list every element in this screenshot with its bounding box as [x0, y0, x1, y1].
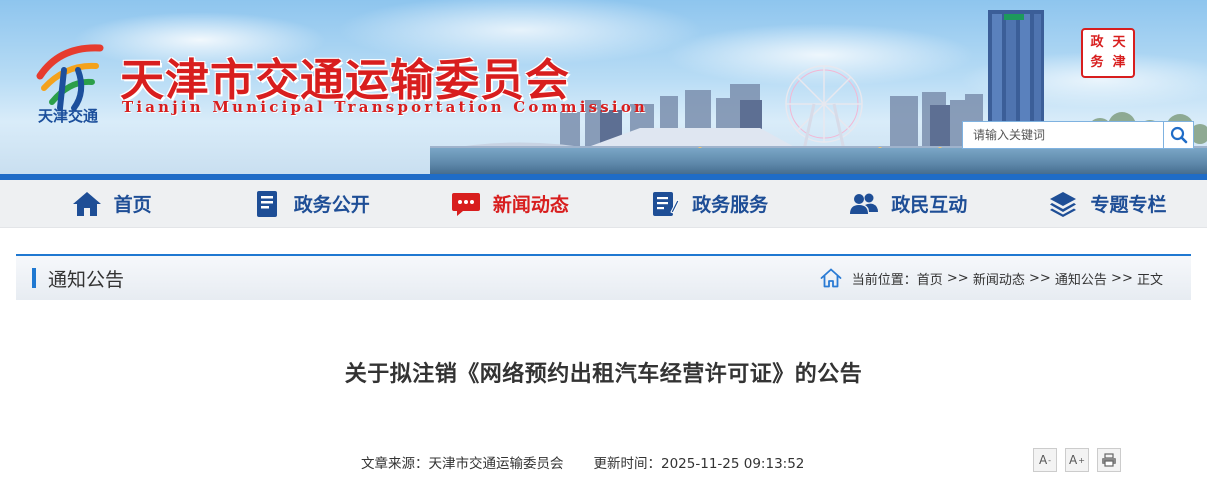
section-title-text: 通知公告: [48, 268, 125, 291]
font-decrease-sup: -: [1048, 455, 1052, 465]
breadcrumb-home[interactable]: 首页: [917, 269, 943, 288]
river-reflection: [430, 148, 1207, 174]
seal-char: 务: [1090, 55, 1104, 70]
printer-icon: [1102, 453, 1116, 467]
breadcrumb-separator: >>: [1024, 270, 1055, 286]
edit-form-icon: [650, 190, 680, 218]
article-source: 天津市交通运输委员会: [428, 456, 564, 472]
site-subtitle: Tianjin Municipal Transportation Commiss…: [122, 98, 649, 116]
search-icon: [1170, 126, 1187, 144]
nav-label: 政务服务: [692, 194, 769, 216]
nav-item-interaction[interactable]: 政民互动: [809, 180, 1008, 227]
search-input[interactable]: [963, 122, 1163, 148]
content-area: 通知公告 当前位置： 首页 >> 新闻动态 >> 通知公告 >> 正文 关于拟注…: [16, 254, 1191, 476]
article-meta: 文章来源：天津市交通运输委员会 更新时间：2025-11-25 09:13:52 …: [16, 448, 1191, 476]
time-label: 更新时间：: [593, 456, 662, 472]
section-header: 通知公告 当前位置： 首页 >> 新闻动态 >> 通知公告 >> 正文: [16, 256, 1191, 300]
main-nav: 首页 政务公开 新闻动态 政务服务 政民互动 专题专栏: [0, 180, 1207, 228]
section-title-bar: [32, 268, 36, 288]
print-button[interactable]: [1097, 448, 1121, 472]
seal-char: 津: [1112, 55, 1126, 70]
logo-text: 天津交通: [37, 107, 98, 125]
nav-label: 首页: [113, 194, 152, 216]
article-title: 关于拟注销《网络预约出租汽车经营许可证》的公告: [344, 362, 863, 387]
home-outline-icon: [820, 268, 842, 288]
nav-item-home[interactable]: 首页: [12, 180, 211, 227]
font-increase-button[interactable]: A +: [1065, 448, 1089, 472]
breadcrumb-label: 当前位置：: [851, 272, 917, 288]
font-increase-label: A: [1069, 453, 1078, 467]
font-increase-sup: +: [1078, 455, 1085, 465]
seal-char: 政: [1090, 35, 1104, 50]
breadcrumb-notices[interactable]: 通知公告: [1055, 269, 1107, 288]
search-box: [962, 121, 1194, 149]
nav-item-news[interactable]: 新闻动态: [410, 180, 609, 227]
section-title: 通知公告: [32, 265, 124, 292]
home-icon: [72, 190, 102, 218]
document-icon: [252, 190, 282, 218]
breadcrumb-current: 正文: [1136, 272, 1163, 288]
nav-item-topics[interactable]: 专题专栏: [1008, 180, 1207, 227]
nav-label: 专题专栏: [1090, 194, 1167, 216]
breadcrumb-separator: >>: [942, 270, 973, 286]
chat-icon: [451, 190, 481, 218]
header-banner: 天津交通 天津市交通运输委员会 Tianjin Municipal Transp…: [0, 0, 1207, 174]
source-label: 文章来源：: [361, 456, 429, 472]
government-site-seal-icon[interactable]: 政 天 务 津: [1081, 28, 1135, 78]
search-button[interactable]: [1163, 122, 1193, 148]
font-decrease-button[interactable]: A-: [1033, 448, 1057, 472]
nav-item-services[interactable]: 政务服务: [610, 180, 809, 227]
font-decrease-label: A: [1038, 453, 1048, 467]
nav-item-government-affairs[interactable]: 政务公开: [211, 180, 410, 227]
article-tools: A- A +: [1033, 448, 1121, 472]
users-icon: [849, 190, 879, 218]
nav-label: 政务公开: [293, 194, 370, 216]
nav-label: 政民互动: [891, 194, 968, 216]
layers-icon: [1048, 190, 1078, 218]
breadcrumb-separator: >>: [1106, 270, 1137, 286]
article-time: 2025-11-25 09:13:52: [661, 456, 805, 472]
nav-label: 新闻动态: [492, 194, 569, 216]
breadcrumb-news[interactable]: 新闻动态: [973, 269, 1025, 288]
breadcrumb: 当前位置： 首页 >> 新闻动态 >> 通知公告 >> 正文: [820, 268, 1163, 288]
article-info: 文章来源：天津市交通运输委员会 更新时间：2025-11-25 09:13:52: [361, 452, 804, 472]
seal-char: 天: [1112, 35, 1126, 50]
